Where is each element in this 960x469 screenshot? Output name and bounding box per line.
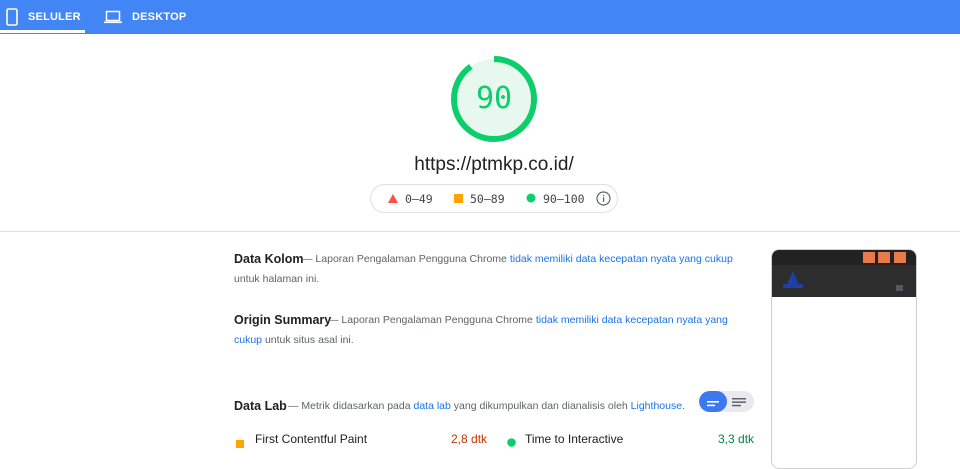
section-divider [0,231,960,232]
field-suffix: untuk halaman ini. [234,273,320,285]
legend-item-poor: 0–49 [388,185,433,212]
green-circle-icon [526,192,536,206]
green-circle-icon [507,434,516,452]
field-insufficient-data-link[interactable]: tidak memiliki data kecepatan nyata yang… [510,253,733,265]
device-tab-bar: SELULER DESKTOP [0,0,960,34]
legend-item-average: 50–89 [454,185,505,212]
laptop-icon [104,10,122,24]
tab-mobile-label: SELULER [28,11,81,23]
lab-data-link[interactable]: data lab [414,400,451,412]
legend-item-good: 90–100 [526,185,585,212]
info-icon[interactable] [596,185,611,212]
metric-fcp-label: First Contentful Paint [255,432,368,446]
lab-middle: yang dikumpulkan dan dianalisis oleh [453,400,628,412]
origin-dash: — [328,314,339,326]
origin-prefix: Laporan Pengalaman Pengguna Chrome [341,314,533,326]
list-view-icon[interactable] [732,396,746,412]
thumbnail-header [772,265,916,297]
tab-mobile[interactable]: SELULER [0,0,85,34]
lab-prefix: Metrik didasarkan pada [301,400,411,412]
lab-data-description: — Metrik didasarkan pada data lab yang d… [234,396,694,416]
orange-square-icon [236,435,244,453]
origin-summary-description: — Laporan Pengalaman Pengguna Chrome tid… [234,310,734,350]
tab-desktop[interactable]: DESKTOP [104,0,186,34]
lab-dash: — [288,400,299,412]
summary-view-icon [707,397,719,412]
field-dash: — [302,253,313,265]
legend-range-average: 50–89 [470,191,505,206]
menu-icon [896,278,903,296]
thumbnail-social-icon [863,252,875,263]
thumbnail-top-strip [772,250,916,265]
orange-square-icon [454,192,463,206]
lighthouse-link[interactable]: Lighthouse [631,400,682,412]
smartphone-icon [6,8,18,26]
performance-score: 90 [475,81,513,116]
tab-desktop-label: DESKTOP [132,11,187,23]
field-prefix: Laporan Pengalaman Pengguna Chrome [315,253,507,265]
site-logo-icon [782,271,804,294]
tested-url: https://ptmkp.co.id/ [414,154,574,175]
origin-suffix: untuk situs asal ini. [264,334,354,346]
score-legend: 0–49 50–89 90–100 [370,184,618,213]
thumbnail-social-icon [894,252,906,263]
legend-range-poor: 0–49 [405,191,433,206]
view-toggle[interactable] [699,391,754,412]
page-screenshot-thumbnail [771,249,917,469]
red-triangle-icon [388,192,398,206]
thumbnail-social-icon [878,252,890,263]
metric-fcp-value: 2,8 dtk [451,432,488,446]
lab-end: . [682,400,685,412]
active-tab-indicator [0,30,85,33]
metric-tti-label: Time to Interactive [525,432,624,446]
summary-view-button[interactable] [699,391,727,412]
field-data-description: — Laporan Pengalaman Pengguna Chrome tid… [234,249,734,289]
metric-tti-value: 3,3 dtk [718,432,755,446]
legend-range-good: 90–100 [543,191,585,206]
